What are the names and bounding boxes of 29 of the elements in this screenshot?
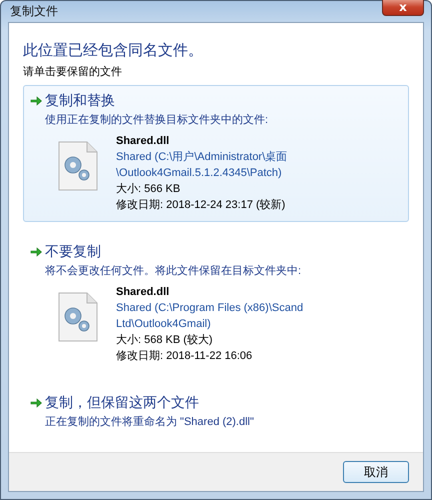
option-description: 将不会更改任何文件。将此文件保留在目标文件夹中: [45,264,302,278]
file-date: 修改日期: 2018-11-22 16:06 [116,349,254,364]
arrow-icon [30,95,42,107]
file-size: 大小: 568 KB (较大) [116,333,214,348]
arrow-icon [30,397,42,409]
file-name: Shared.dll [116,285,170,300]
option-title: 复制，但保留这两个文件 [45,394,199,412]
option-title: 复制和替换 [45,92,115,110]
option-button[interactable]: 不要复制 将不会更改任何文件。将此文件保留在目标文件夹中: Shared.dll Shared (C:\Program Files (x86)\Scand Ltd\Outlook4Gmail) 大小: 568 KB (较大) 修改日期: 2018-11-22 16:06 [23,236,409,373]
window-title: 复制文件 [9,3,58,20]
close-button[interactable]: x [382,0,424,16]
option-button[interactable]: 复制和替换 使用正在复制的文件替换目标文件夹中的文件: Shared.dll Shared (C:\用户\Administrator\桌面 \Outlook4Gmail.5.1.2.4345\Patch) 大小: 566 KB 修改日期: 2018-12-24 23:17 (较新) [23,85,409,222]
file-name: Shared.dll [116,134,170,149]
cancel-button[interactable]: 取消 [343,461,409,483]
option-description: 使用正在复制的文件替换目标文件夹中的文件: [45,112,270,127]
file-date: 修改日期: 2018-12-24 23:17 (较新) [116,198,286,213]
option-title: 不要复制 [45,243,101,261]
file-path: \Outlook4Gmail.5.1.2.4345\Patch) [116,166,283,181]
dialog-heading: 此位置已经包含同名文件。 [23,41,204,60]
gear-file-icon [58,141,98,191]
gear-file-icon [58,292,98,342]
arrow-icon [30,246,42,258]
file-path: Shared (C:\用户\Administrator\桌面 [116,150,288,165]
option-description: 正在复制的文件将重命名为 "Shared (2).dll" [45,414,255,429]
file-path: Ltd\Outlook4Gmail) [116,317,212,332]
file-size: 大小: 566 KB [116,182,182,197]
option-button[interactable]: 复制，但保留这两个文件 正在复制的文件将重命名为 "Shared (2).dll" [23,387,409,438]
instruction-text: 请单击要保留的文件 [23,64,123,79]
file-path: Shared (C:\Program Files (x86)\Scand [116,301,304,316]
